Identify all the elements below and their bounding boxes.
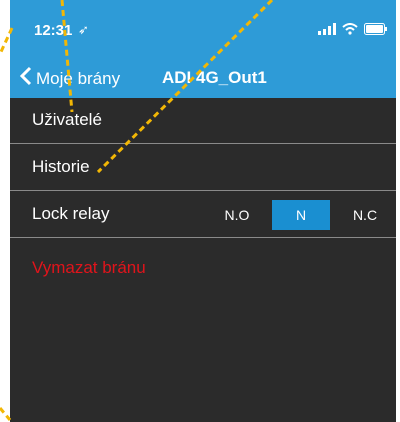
nav-bar: Moje brány ADI 4G_Out1 <box>10 58 396 98</box>
lock-relay-segmented-control: N.O N N.C <box>208 200 396 230</box>
delete-gate-button[interactable]: Vymazat bránu <box>32 258 146 278</box>
relay-option-no[interactable]: N.O <box>208 200 266 230</box>
status-time: 12:31 <box>34 22 73 39</box>
status-icons <box>318 22 388 40</box>
menu-item-users[interactable]: Uživatelé <box>10 98 396 144</box>
app-screen: 12:31 ➶ Moje brány ADI 4G_Out1 Uživatelé… <box>10 0 396 422</box>
status-bar: 12:31 ➶ <box>10 0 396 58</box>
location-arrow-icon: ➶ <box>78 22 89 37</box>
menu-item-label: Uživatelé <box>32 110 102 129</box>
relay-option-nc[interactable]: N.C <box>336 200 394 230</box>
lock-relay-label: Lock relay <box>32 204 110 223</box>
annotation-line <box>0 407 12 421</box>
wifi-icon <box>342 22 358 40</box>
signal-icon <box>318 22 336 40</box>
page-title: ADI 4G_Out1 <box>162 68 267 87</box>
menu-item-label: Historie <box>32 157 90 176</box>
back-button[interactable]: Moje brány <box>19 66 121 91</box>
chevron-left-icon <box>19 66 32 91</box>
battery-icon <box>364 22 388 40</box>
relay-option-n[interactable]: N <box>272 200 330 230</box>
lock-relay-row: Lock relay N.O N N.C <box>10 192 396 238</box>
back-label: Moje brány <box>36 68 121 88</box>
menu-item-history[interactable]: Historie <box>10 145 396 191</box>
